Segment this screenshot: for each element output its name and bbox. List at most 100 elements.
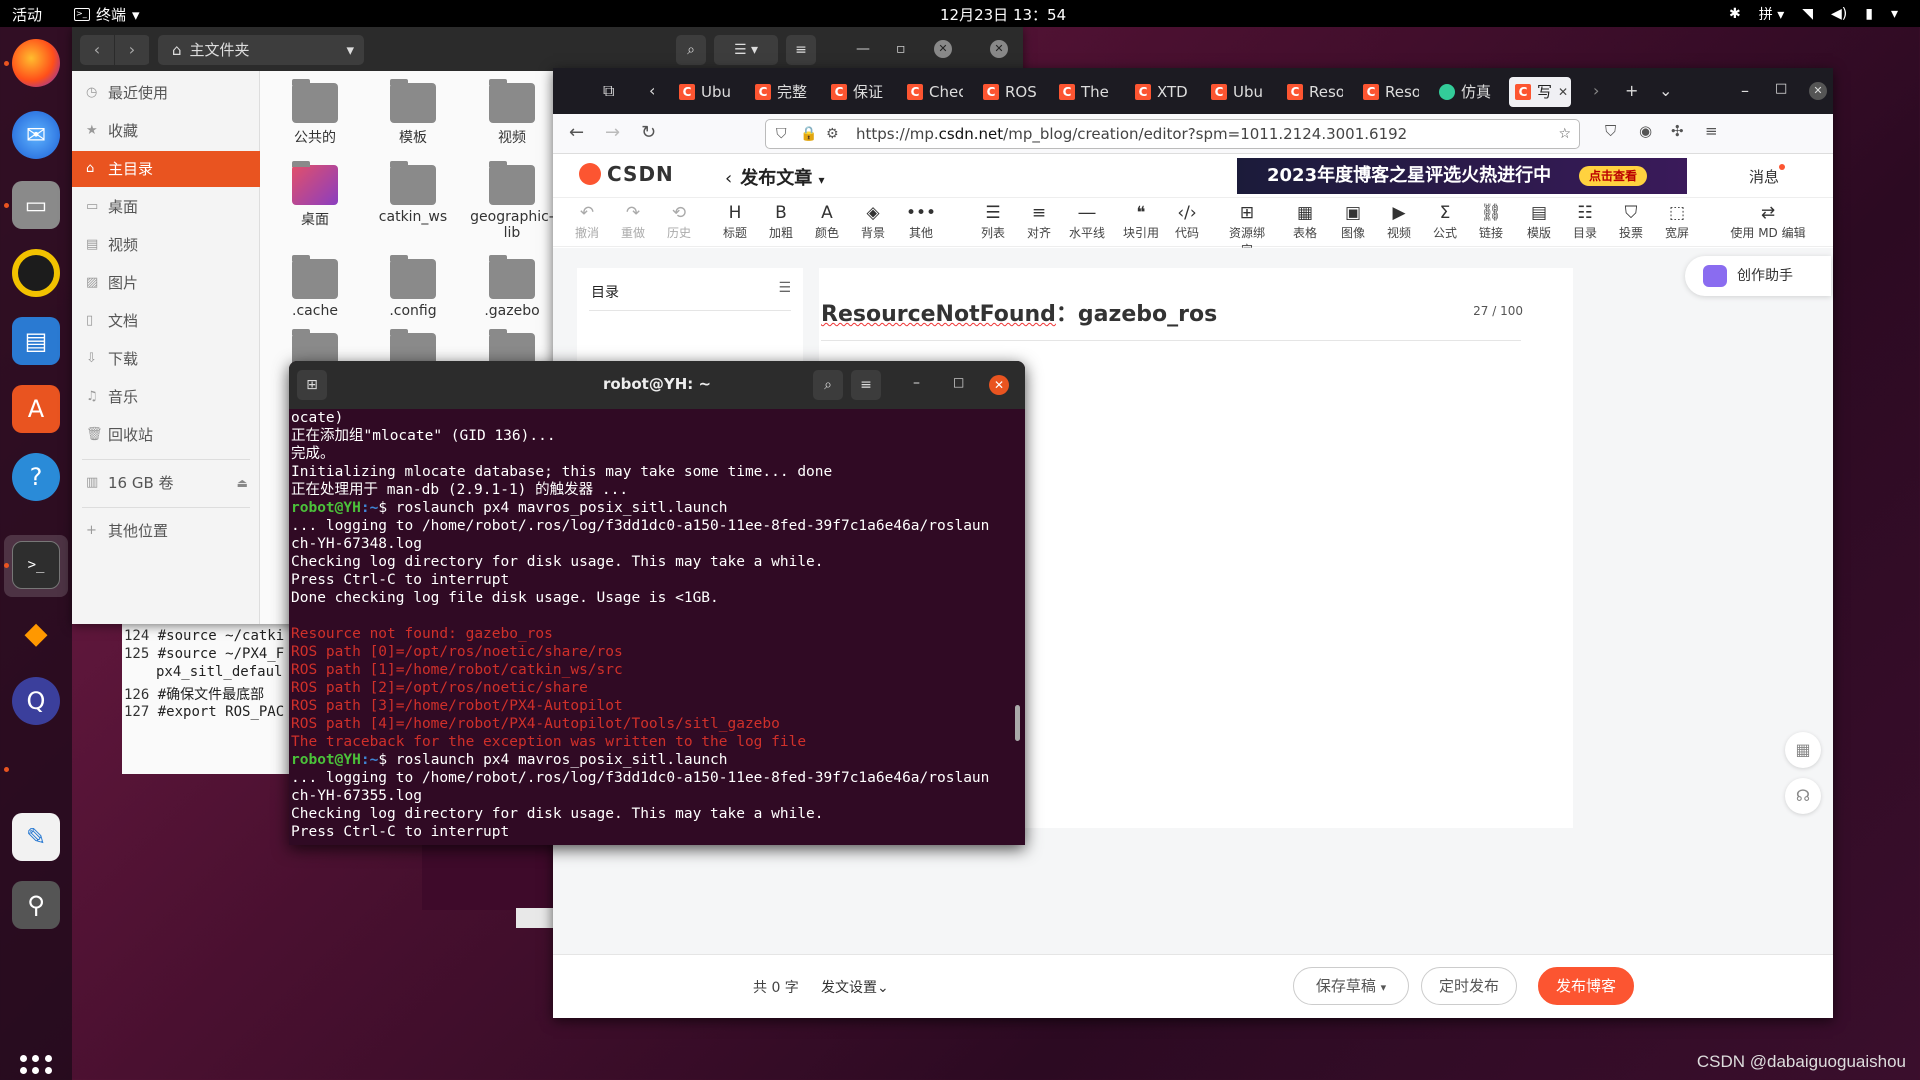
text-editor-icon[interactable]: ✎ — [12, 813, 60, 861]
toolbar-button[interactable]: ↷ 重做 — [611, 202, 655, 241]
permissions-icon[interactable]: ⚙ — [826, 120, 839, 148]
menu-button[interactable]: ≡ — [851, 370, 881, 400]
tab[interactable]: C 完整 — [755, 77, 811, 107]
thunderbird-icon[interactable]: ✉ — [12, 111, 60, 159]
toolbar-button[interactable]: Σ 公式 — [1423, 202, 1467, 241]
rhythmbox-icon[interactable] — [12, 249, 60, 297]
close-button-secondary[interactable]: ✕ — [990, 40, 1008, 58]
view-toggle-button[interactable]: ☰ ▾ — [714, 35, 778, 65]
tab[interactable]: C Reso — [1287, 77, 1343, 107]
toolbar-button[interactable]: ◈ 背景 — [851, 202, 895, 241]
minimize-button[interactable]: – — [913, 375, 920, 391]
eject-icon[interactable]: ⏏ — [237, 465, 248, 501]
firefox-icon[interactable] — [12, 39, 60, 87]
qgc-icon[interactable]: Q — [12, 677, 60, 725]
folder-item[interactable]: .gazebo — [467, 255, 557, 319]
activities-button[interactable]: 活动 — [12, 4, 42, 25]
url-bar[interactable]: ⛉ 🔒 ⚙ https://mp.csdn.net/mp_blog/creati… — [765, 119, 1580, 149]
toolbar-button[interactable]: H 标题 — [713, 202, 757, 241]
sidebar-item-pictures[interactable]: ▨ 图片 — [72, 265, 260, 301]
toolbar-button[interactable]: ▦ 表格 — [1283, 202, 1327, 241]
messages-link[interactable]: 消息 — [1749, 164, 1786, 187]
terminal-output[interactable]: ocate) 正在添加组"mlocate" (GID 136)... 完成。 Init… — [291, 409, 1011, 845]
sidebar-item-desktop[interactable]: ▭ 桌面 — [72, 189, 260, 225]
volume-icon[interactable]: ◀) — [1831, 6, 1847, 22]
headset-icon[interactable]: ☊ — [1785, 778, 1821, 814]
search-button[interactable]: ⌕ — [813, 370, 843, 400]
csdn-logo[interactable]: CSDN — [579, 162, 674, 186]
qr-code-icon[interactable]: ▦ — [1785, 732, 1821, 768]
folder-item[interactable]: 公共的 — [270, 79, 360, 147]
accessibility-icon[interactable]: ✱ — [1729, 6, 1741, 22]
toolbar-button[interactable]: ▣ 图像 — [1331, 202, 1375, 241]
search-button[interactable]: ⌕ — [676, 35, 706, 65]
files-icon[interactable]: ▭ — [12, 181, 60, 229]
minimize-button[interactable]: — — [856, 41, 870, 57]
battery-icon[interactable]: ▮ — [1865, 6, 1873, 22]
writing-assistant-button[interactable]: 创作助手 — [1685, 256, 1831, 296]
publish-button[interactable]: 发布博客 — [1538, 967, 1634, 1005]
sidebar-item-recent[interactable]: ◷ 最近使用 — [72, 75, 260, 111]
toc-collapse-icon[interactable]: ☰ — [778, 280, 791, 296]
sidebar-item-trash[interactable]: 🗑 回收站 — [72, 417, 260, 453]
toolbar-button[interactable]: ≡ 对齐 — [1017, 202, 1061, 241]
tab[interactable]: 仿真 — [1439, 77, 1495, 107]
toolbar-button[interactable]: B 加粗 — [759, 202, 803, 241]
tab-list-icon[interactable]: ⌄ — [1659, 81, 1672, 100]
new-tab-icon[interactable]: + — [1625, 81, 1638, 100]
toolbar-button[interactable]: A 颜色 — [805, 202, 849, 241]
folder-item[interactable]: 模板 — [368, 79, 458, 147]
banner-cta[interactable]: 点击查看 — [1578, 166, 1647, 186]
lock-icon[interactable]: 🔒 — [800, 120, 817, 148]
show-applications-button[interactable] — [20, 1055, 52, 1080]
sidebar-item-starred[interactable]: ★ 收藏 — [72, 113, 260, 149]
menu-button[interactable]: ≡ — [786, 35, 816, 65]
tab[interactable]: C Chec — [907, 77, 963, 107]
toolbar-button[interactable]: ― 水平线 — [1065, 202, 1109, 241]
back-icon[interactable]: ← — [569, 122, 584, 143]
toolbar-button[interactable]: ‹/› 代码 — [1165, 202, 1209, 241]
tab[interactable]: C XTD — [1135, 77, 1191, 107]
tab[interactable]: C The — [1059, 77, 1115, 107]
sidebar-item-music[interactable]: ♫ 音乐 — [72, 379, 260, 415]
toolbar-button[interactable]: ⟲ 历史 — [657, 202, 701, 241]
toolbar-button[interactable]: ☷ 目录 — [1563, 202, 1607, 241]
usb-icon[interactable]: ⚲ — [12, 881, 60, 929]
terminal-icon[interactable]: >_ — [12, 541, 60, 589]
folder-item[interactable]: 桌面 — [270, 161, 360, 229]
tab-scroll-left-icon[interactable]: ‹ — [649, 81, 655, 100]
tab[interactable]: C Ubu — [679, 77, 735, 107]
sidebar-item-home[interactable]: ⌂ 主目录 — [72, 151, 260, 187]
close-button[interactable]: ✕ — [989, 375, 1009, 395]
reload-icon[interactable]: ↻ — [641, 122, 656, 143]
tab[interactable]: C Ubu — [1211, 77, 1267, 107]
maximize-button[interactable]: □ — [953, 375, 964, 389]
toolbar-button[interactable]: ▶ 视频 — [1377, 202, 1421, 241]
software-icon[interactable]: A — [12, 385, 60, 433]
page-title[interactable]: ‹ 发布文章 ▾ — [725, 164, 825, 190]
path-bar[interactable]: ⌂ 主文件夹 ▾ — [158, 35, 364, 65]
tab[interactable]: C 保证 — [831, 77, 887, 107]
folder-item[interactable]: geographic-lib — [467, 161, 557, 241]
toolbar-button[interactable]: ❝ 块引用 — [1119, 202, 1163, 241]
close-tab-icon[interactable]: ✕ — [1558, 77, 1568, 107]
sidebar-item-videos[interactable]: ▤ 视频 — [72, 227, 260, 263]
terminal-scrollbar[interactable] — [1015, 705, 1020, 741]
forward-button[interactable]: › — [115, 35, 150, 65]
sidebar-item-downloads[interactable]: ⇩ 下载 — [72, 341, 260, 377]
toolbar-button[interactable]: ⛉ 投票 — [1609, 202, 1653, 241]
sidebar-item-other-locations[interactable]: + 其他位置 — [72, 513, 260, 549]
tab-scroll-right-icon[interactable]: › — [1593, 81, 1599, 100]
tab-active[interactable]: C 写 ✕ — [1509, 77, 1571, 107]
toolbar-button[interactable]: ••• 其他 — [899, 202, 943, 241]
minimize-button[interactable]: – — [1741, 81, 1749, 100]
scheduled-publish-button[interactable]: 定时发布 — [1421, 967, 1517, 1005]
clock[interactable]: 12月23日 13：54 — [940, 4, 1066, 25]
maximize-button[interactable]: □ — [1775, 81, 1787, 96]
toolbar-button[interactable]: ⇄ 使用 MD 编辑 — [1723, 202, 1813, 241]
sublime-icon[interactable]: ◆ — [12, 609, 60, 657]
network-icon[interactable]: ◥ — [1802, 6, 1813, 22]
tab-overview-icon[interactable]: ⧉ — [603, 81, 614, 101]
sidebar-item-volume[interactable]: ▥ 16 GB 卷 ⏏ — [72, 465, 260, 501]
toolbar-button[interactable]: ▤ 模版 — [1517, 202, 1561, 241]
